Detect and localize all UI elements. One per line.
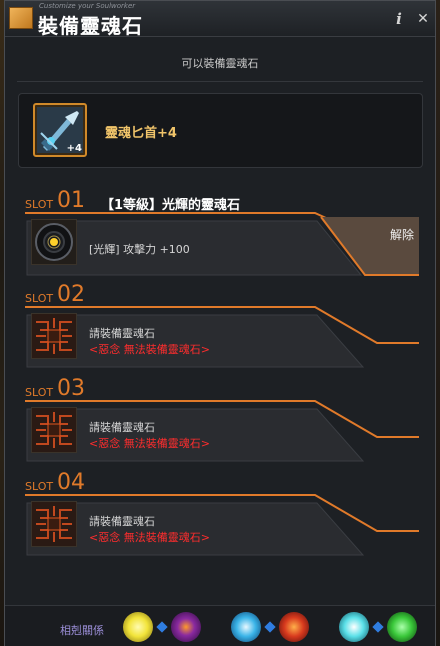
slot-warning-text: <惡念 無法裝備靈魂石> [89, 531, 210, 544]
slot-number: 02 [57, 282, 85, 307]
instruction-text: 可以裝備靈魂石 [181, 57, 259, 70]
unequip-button[interactable] [325, 217, 419, 269]
soulstone-window: Customize your Soulworker 裝備靈魂石 i ✕ 可以裝備… [4, 0, 436, 646]
slot-number: 03 [57, 376, 85, 401]
equipped-item-panel: +4 靈魂匕首+4 [18, 93, 423, 168]
slot-warning-text: <惡念 無法裝備靈魂石> [89, 437, 210, 450]
empty-circuit-icon[interactable] [31, 501, 77, 547]
affinity-footer: 相剋關係 [5, 605, 435, 646]
slot-label: SLOT [25, 480, 54, 493]
slot-warning-text: <惡念 無法裝備靈魂石> [89, 343, 210, 356]
unequip-button-label: 解除 [390, 228, 415, 242]
window-emblem-icon [9, 7, 33, 29]
item-name: 靈魂匕首+4 [105, 126, 177, 141]
diamond-connector-icon [372, 621, 384, 633]
slot-title: 【1等級】光輝的靈魂石 [101, 198, 241, 213]
diamond-connector-icon [264, 621, 276, 633]
diamond-connector-icon [156, 621, 168, 633]
enhance-badge: +4 [66, 143, 82, 154]
empty-circuit-icon[interactable] [31, 313, 77, 359]
glowing-soulstone-icon[interactable] [31, 219, 77, 265]
fire-orb-icon[interactable] [279, 612, 309, 642]
slot-empty-text: 請裝備靈魂石 [89, 421, 155, 434]
slot-number: 01 [57, 188, 85, 213]
title-bar[interactable]: Customize your Soulworker 裝備靈魂石 i ✕ [5, 1, 435, 38]
window-title: 裝備靈魂石 [38, 14, 143, 38]
info-button[interactable]: i [389, 9, 409, 29]
dark-eye-orb-icon[interactable] [171, 612, 201, 642]
dagger-icon[interactable]: +4 [33, 103, 87, 157]
slot-empty-text: 請裝備靈魂石 [89, 327, 155, 340]
soulstone-stat: [光輝] 攻擊力 +100 [89, 243, 190, 256]
close-button[interactable]: ✕ [413, 9, 433, 29]
slot-label: SLOT [25, 292, 54, 305]
affinity-label: 相剋關係 [60, 624, 104, 637]
light-orb-icon[interactable] [123, 612, 153, 642]
divider [17, 81, 423, 82]
slot-empty-text: 請裝備靈魂石 [89, 515, 155, 528]
ice-orb-icon[interactable] [339, 612, 369, 642]
empty-circuit-icon[interactable] [31, 407, 77, 453]
window-subtitle: Customize your Soulworker [39, 2, 136, 10]
slot-number: 04 [57, 470, 85, 495]
slot-label: SLOT [25, 198, 54, 211]
water-orb-icon[interactable] [231, 612, 261, 642]
poison-orb-icon[interactable] [387, 612, 417, 642]
slot-label: SLOT [25, 386, 54, 399]
